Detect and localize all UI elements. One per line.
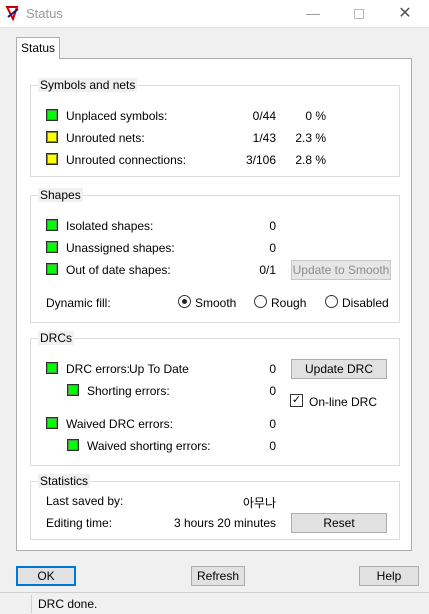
unplaced-symbols-count: 0/44	[252, 109, 276, 123]
last-saved-label: Last saved by:	[46, 494, 124, 508]
fill-smooth-label[interactable]: Smooth	[195, 296, 236, 310]
maximize-icon	[354, 9, 364, 19]
unrouted-connections-count: 3/106	[245, 153, 276, 167]
drcs-title: DRCs	[38, 331, 74, 345]
maximize-button[interactable]	[336, 0, 382, 28]
unrouted-nets-indicator	[46, 131, 58, 143]
fill-rough-radio[interactable]	[254, 295, 267, 308]
unassigned-shapes-count: 0	[269, 241, 276, 255]
editing-time-label: Editing time:	[46, 516, 113, 530]
last-saved-value: 아무나	[242, 496, 276, 510]
shapes-title: Shapes	[38, 188, 83, 202]
waived-drc-errors-count: 0	[269, 417, 276, 431]
unplaced-symbols-indicator	[46, 109, 58, 121]
shorting-errors-count: 0	[269, 384, 276, 398]
isolated-shapes-label: Isolated shapes:	[66, 219, 154, 233]
unrouted-nets-label: Unrouted nets:	[66, 131, 145, 145]
update-to-smooth-button[interactable]: Update to Smooth	[291, 260, 391, 280]
update-drc-button[interactable]: Update DRC	[291, 359, 387, 379]
isolated-shapes-indicator	[46, 219, 58, 231]
window-title: Status	[26, 6, 63, 21]
unrouted-nets-count: 1/43	[252, 131, 276, 145]
tab-status[interactable]: Status	[16, 37, 60, 59]
unrouted-nets-percent: 2.3 %	[295, 131, 326, 145]
status-bar: DRC done.	[0, 592, 429, 614]
symbols-nets-title: Symbols and nets	[38, 78, 138, 92]
online-drc-checkbox[interactable]: ✓	[290, 394, 303, 407]
unrouted-connections-indicator	[46, 153, 58, 165]
online-drc-label[interactable]: On-line DRC	[309, 395, 377, 409]
unrouted-connections-label: Unrouted connections:	[66, 153, 187, 167]
drc-errors-count: 0	[269, 362, 276, 376]
unplaced-symbols-percent: 0 %	[305, 109, 326, 123]
title-bar: Status — ✕	[0, 0, 429, 28]
close-button[interactable]: ✕	[382, 0, 428, 28]
shorting-errors-indicator	[67, 384, 79, 396]
isolated-shapes-count: 0	[269, 219, 276, 233]
out-of-date-shapes-indicator	[46, 263, 58, 275]
unrouted-connections-percent: 2.8 %	[295, 153, 326, 167]
fill-smooth-radio[interactable]	[178, 295, 191, 308]
dynamic-fill-label: Dynamic fill:	[46, 296, 111, 310]
app-icon	[5, 5, 21, 21]
waived-shorting-errors-indicator	[67, 439, 79, 451]
status-bar-text: DRC done.	[38, 597, 98, 611]
drc-errors-indicator	[46, 362, 58, 374]
reset-button[interactable]: Reset	[291, 513, 387, 533]
help-button[interactable]: Help	[359, 566, 419, 586]
fill-disabled-radio[interactable]	[325, 295, 338, 308]
refresh-button[interactable]: Refresh	[191, 566, 245, 586]
waived-shorting-errors-label: Waived shorting errors:	[87, 439, 211, 453]
statistics-title: Statistics	[38, 474, 91, 488]
waived-shorting-errors-count: 0	[269, 439, 276, 453]
out-of-date-shapes-label: Out of date shapes:	[66, 263, 171, 277]
fill-rough-label[interactable]: Rough	[271, 296, 306, 310]
unassigned-shapes-label: Unassigned shapes:	[66, 241, 175, 255]
drc-errors-label: DRC errors:	[66, 362, 131, 376]
editing-time-value: 3 hours 20 minutes	[173, 516, 276, 530]
waived-drc-errors-label: Waived DRC errors:	[66, 417, 173, 431]
minimize-button[interactable]: —	[290, 0, 336, 28]
shorting-errors-label: Shorting errors:	[87, 384, 170, 398]
unassigned-shapes-indicator	[46, 241, 58, 253]
ok-button[interactable]: OK	[16, 566, 76, 586]
waived-drc-errors-indicator	[46, 417, 58, 429]
fill-disabled-label[interactable]: Disabled	[342, 296, 389, 310]
status-bar-empty-cell	[0, 595, 32, 613]
unplaced-symbols-label: Unplaced symbols:	[66, 109, 168, 123]
drc-status-text: Up To Date	[129, 362, 189, 376]
out-of-date-shapes-count: 0/1	[259, 263, 276, 277]
